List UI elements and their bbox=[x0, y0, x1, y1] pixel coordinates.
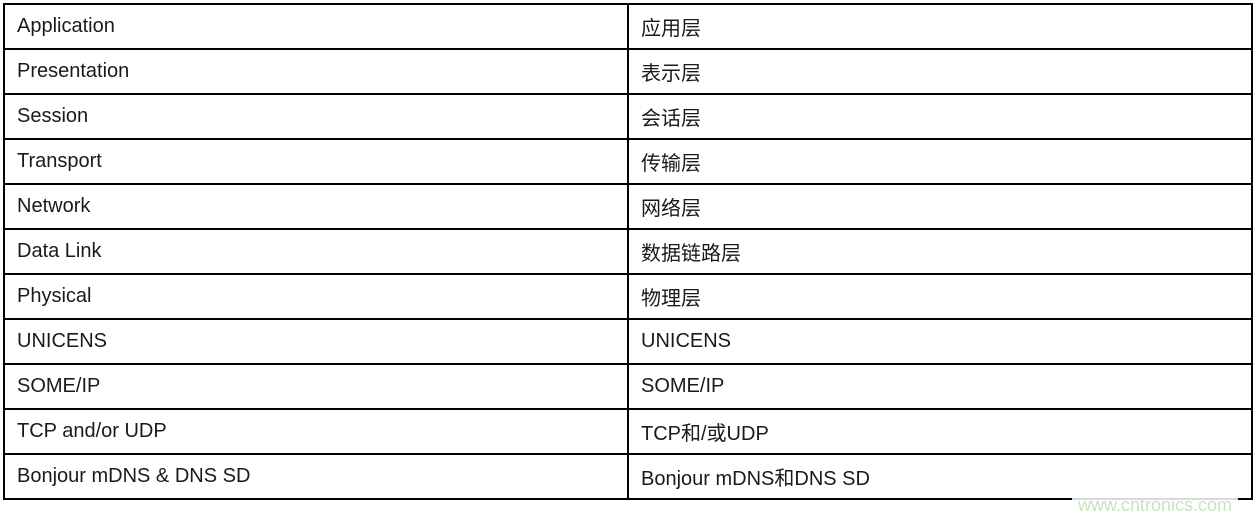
table-row: Presentation 表示层 bbox=[3, 48, 1253, 95]
table-row: Bonjour mDNS & DNS SD Bonjour mDNS和DNS SD bbox=[3, 453, 1253, 500]
english-cell: Bonjour mDNS & DNS SD bbox=[3, 453, 629, 500]
english-cell: SOME/IP bbox=[3, 363, 629, 410]
english-cell: Transport bbox=[3, 138, 629, 185]
english-cell: Physical bbox=[3, 273, 629, 320]
translation-table: Application 应用层 Presentation 表示层 Session 会话… bbox=[3, 3, 1253, 500]
table-row: Application 应用层 bbox=[3, 3, 1253, 50]
english-cell: Network bbox=[3, 183, 629, 230]
watermark: www.cntronics.com bbox=[1071, 495, 1238, 516]
chinese-cell: TCP和/或UDP bbox=[627, 408, 1253, 455]
table-row: Data Link 数据链路层 bbox=[3, 228, 1253, 275]
table-row: Network 网络层 bbox=[3, 183, 1253, 230]
chinese-cell: 传输层 bbox=[627, 138, 1253, 185]
table-row: Physical 物理层 bbox=[3, 273, 1253, 320]
table-body: Application 应用层 Presentation 表示层 Session 会话… bbox=[3, 3, 1253, 500]
table-row: Session 会话层 bbox=[3, 93, 1253, 140]
chinese-cell: 网络层 bbox=[627, 183, 1253, 230]
chinese-cell: UNICENS bbox=[627, 318, 1253, 365]
table-row: Transport 传输层 bbox=[3, 138, 1253, 185]
english-cell: Session bbox=[3, 93, 629, 140]
table-row: SOME/IP SOME/IP bbox=[3, 363, 1253, 410]
english-cell: Presentation bbox=[3, 48, 629, 95]
chinese-cell: 物理层 bbox=[627, 273, 1253, 320]
english-cell: UNICENS bbox=[3, 318, 629, 365]
english-cell: Application bbox=[3, 3, 629, 50]
table-row: UNICENS UNICENS bbox=[3, 318, 1253, 365]
table-row: TCP and/or UDP TCP和/或UDP bbox=[3, 408, 1253, 455]
chinese-cell: 数据链路层 bbox=[627, 228, 1253, 275]
chinese-cell: 表示层 bbox=[627, 48, 1253, 95]
chinese-cell: 应用层 bbox=[627, 3, 1253, 50]
english-cell: Data Link bbox=[3, 228, 629, 275]
chinese-cell: SOME/IP bbox=[627, 363, 1253, 410]
chinese-cell: 会话层 bbox=[627, 93, 1253, 140]
chinese-cell: Bonjour mDNS和DNS SD bbox=[627, 453, 1253, 500]
english-cell: TCP and/or UDP bbox=[3, 408, 629, 455]
